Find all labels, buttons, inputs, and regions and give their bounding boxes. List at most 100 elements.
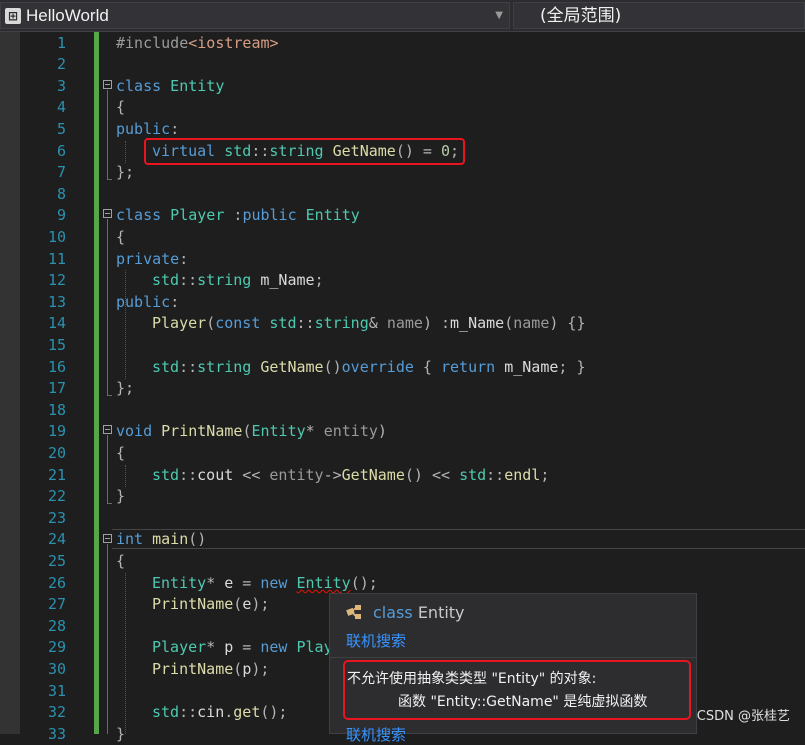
line-number: 29 (47, 638, 66, 656)
token: = (233, 574, 261, 592)
token: p (224, 638, 234, 656)
token: e (242, 595, 252, 613)
chevron-down-icon[interactable]: ▼ (495, 11, 503, 21)
collapse-icon[interactable] (103, 425, 112, 434)
line-number: 17 (47, 379, 66, 397)
code-line-32[interactable]: std::cin.get(); (152, 702, 287, 723)
indicator-margin[interactable] (0, 32, 20, 734)
indent-guide (125, 270, 126, 379)
project-name: HelloWorld (26, 6, 109, 25)
collapse-icon[interactable] (103, 80, 112, 89)
code-line-27[interactable]: PrintName(e); (152, 594, 269, 615)
token: ); (251, 595, 270, 613)
token: Entity (251, 422, 306, 440)
code-line-25[interactable]: { (116, 551, 125, 572)
token: = (233, 638, 261, 656)
token: :: (179, 703, 198, 721)
collapse-icon[interactable] (103, 534, 112, 543)
code-line-7[interactable]: }; (116, 162, 134, 183)
token: public (242, 206, 297, 224)
code-line-20[interactable]: { (116, 443, 125, 464)
code-line-3[interactable]: class Entity (116, 76, 224, 97)
token: }; (116, 163, 135, 181)
code-line-21[interactable]: std::cout << entity->GetName() << std::e… (152, 465, 549, 486)
token: :: (179, 271, 198, 289)
line-number: 25 (47, 552, 66, 570)
token: { (116, 552, 126, 570)
project-icon: ⊞ (5, 8, 21, 24)
code-line-16[interactable]: std::string GetName()override { return m… (152, 357, 586, 378)
token: Player (161, 206, 225, 224)
code-line-29[interactable]: Player* p = new Play (152, 637, 333, 658)
error-squiggle[interactable]: Entity (297, 574, 351, 592)
line-number: 10 (47, 228, 66, 246)
collapse-icon[interactable] (103, 209, 112, 218)
line-number: 6 (56, 142, 66, 160)
indent-guide (125, 465, 126, 487)
line-number: 27 (47, 595, 66, 613)
line-number: 28 (47, 617, 66, 635)
token: ) {} (549, 314, 586, 332)
search-online-link[interactable]: 联机搜索 (346, 632, 406, 650)
code-line-24[interactable]: int main() (116, 529, 206, 550)
code-line-26[interactable]: Entity* e = new Entity(); (152, 573, 378, 594)
token: m_Name (495, 358, 559, 376)
token: name (386, 314, 423, 332)
change-tracking-bar (94, 32, 99, 734)
navigation-bar: ⊞ HelloWorld ▼ (全局范围) (0, 0, 805, 32)
code-line-30[interactable]: PrintName(p); (152, 659, 269, 680)
line-number: 24 (47, 530, 66, 548)
code-line-1[interactable]: #include<iostream> (116, 33, 279, 54)
token: PrintName (152, 660, 234, 678)
token: entity (323, 422, 378, 440)
code-line-22[interactable]: } (116, 486, 125, 507)
scope-dropdown[interactable]: (全局范围) (513, 2, 805, 29)
token: : (170, 120, 180, 138)
code-line-17[interactable]: }; (116, 378, 134, 399)
code-line-9[interactable]: class Player :public Entity (116, 205, 360, 226)
token: } (116, 725, 126, 743)
token: }; (116, 379, 135, 397)
line-number: 14 (47, 314, 66, 332)
line-number: 16 (47, 358, 66, 376)
token: ; (314, 271, 324, 289)
code-line-33[interactable]: } (116, 724, 125, 745)
token: const (215, 314, 261, 332)
tooltip-keyword: class (373, 603, 413, 622)
code-line-10[interactable]: { (116, 227, 125, 248)
token: string (314, 314, 369, 332)
code-line-11[interactable]: private: (116, 249, 188, 270)
search-online-link[interactable]: 联机搜索 (346, 726, 406, 744)
token: (); (260, 703, 288, 721)
token: : (224, 206, 243, 224)
line-number: 26 (47, 574, 66, 592)
token: Play (287, 638, 333, 656)
line-number: 33 (47, 725, 66, 743)
annotation-box (343, 660, 691, 720)
token: ); (251, 660, 270, 678)
line-number: 8 (56, 185, 66, 203)
token: private (116, 250, 180, 268)
outline-end (107, 503, 112, 504)
token: { (116, 98, 126, 116)
line-number: 21 (47, 466, 66, 484)
token: -> (323, 466, 342, 484)
code-line-13[interactable]: public: (116, 292, 179, 313)
code-line-19[interactable]: void PrintName(Entity* entity) (116, 421, 387, 442)
project-dropdown[interactable]: ⊞ HelloWorld ▼ (0, 2, 510, 29)
line-number: 5 (56, 120, 66, 138)
code-line-12[interactable]: std::string m_Name; (152, 270, 324, 291)
token: :: (179, 466, 198, 484)
token: Player (152, 638, 207, 656)
token: ; } (558, 358, 586, 376)
token: Entity (152, 574, 207, 592)
code-line-4[interactable]: { (116, 97, 125, 118)
line-number: 13 (47, 293, 66, 311)
code-line-5[interactable]: public: (116, 119, 179, 140)
line-number: 1 (56, 34, 66, 52)
code-line-14[interactable]: Player(const std::string& name) :m_Name(… (152, 313, 586, 334)
class-icon (346, 603, 364, 621)
line-number: 2 (56, 55, 66, 73)
token: ( (233, 660, 243, 678)
